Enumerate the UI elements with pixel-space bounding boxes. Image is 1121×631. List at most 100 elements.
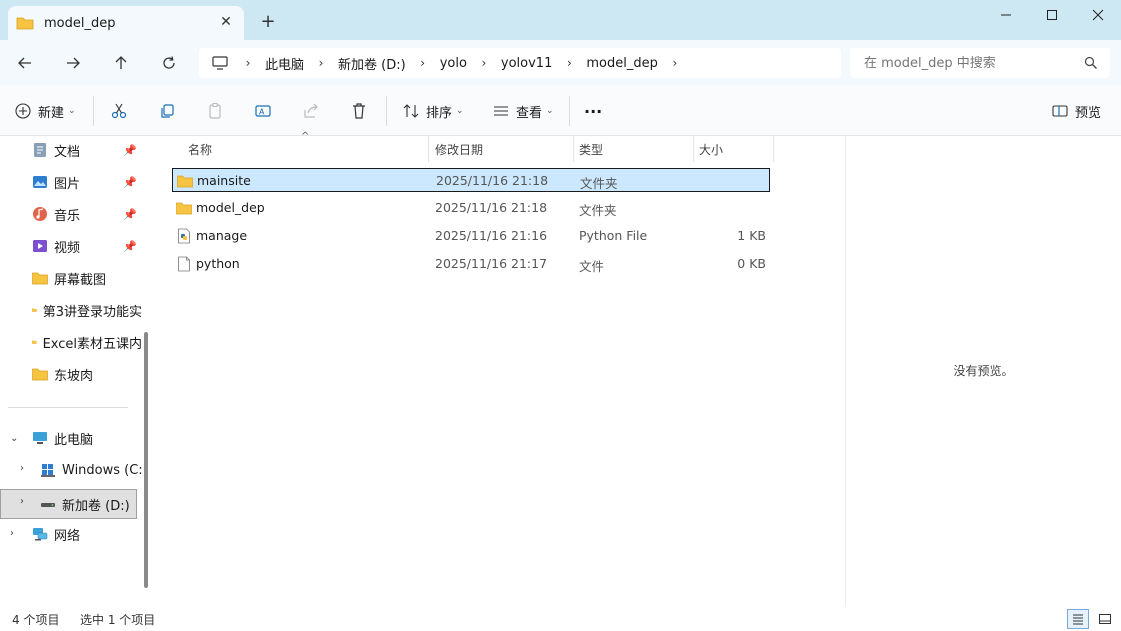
breadcrumb-separator-icon[interactable]: › (564, 56, 574, 70)
search-icon[interactable] (1084, 56, 1098, 70)
sidebar-item-drive-d[interactable]: 新加卷 (D:) (40, 491, 130, 517)
chevron-down-icon[interactable]: ⌄ (10, 433, 18, 444)
sidebar-item-label: 图片 (54, 176, 81, 192)
copy-button[interactable] (158, 98, 176, 124)
share-button[interactable] (302, 98, 320, 124)
column-divider[interactable] (428, 136, 429, 162)
arrow-right-icon (67, 57, 80, 69)
table-row[interactable]: model_dep 2025/11/16 21:18 文件夹 (172, 196, 770, 220)
tab-title: model_dep (44, 15, 116, 31)
breadcrumb-this-pc[interactable]: 此电脑 (265, 54, 304, 73)
breadcrumb-model-dep[interactable]: model_dep (586, 56, 657, 71)
status-item-count: 4 个项目 (12, 613, 60, 627)
sidebar-item-excel-materials[interactable]: Excel素材五课内 (32, 329, 142, 355)
details-view-button[interactable] (1067, 609, 1089, 629)
column-divider[interactable] (773, 136, 774, 162)
close-icon (1092, 9, 1104, 21)
forward-button[interactable] (60, 50, 86, 76)
sidebar-item-videos[interactable]: 视频 (32, 233, 80, 259)
delete-button[interactable] (350, 98, 368, 124)
sidebar-item-label: 此电脑 (54, 432, 94, 448)
search-input[interactable] (864, 55, 1064, 71)
column-header-date[interactable]: 修改日期 (435, 136, 483, 162)
refresh-icon (163, 56, 175, 69)
file-name: manage (196, 228, 248, 243)
file-icon (178, 256, 190, 272)
column-divider[interactable] (693, 136, 694, 162)
column-divider[interactable] (573, 136, 574, 162)
sidebar-item-label: 网络 (54, 528, 81, 544)
sidebar-item-lecture3[interactable]: 第3讲登录功能实 (32, 297, 142, 323)
more-options-button[interactable]: ··· (584, 98, 602, 124)
minimize-button[interactable] (983, 2, 1029, 28)
pictures-icon (33, 176, 47, 188)
details-view-icon (1073, 614, 1083, 625)
preview-pane-button[interactable]: 预览 (1051, 98, 1101, 124)
table-row[interactable]: manage 2025/11/16 21:16 Python File 1 KB (172, 224, 770, 248)
arrow-up-icon (115, 56, 127, 69)
pin-icon[interactable]: 📌 (123, 176, 137, 189)
folder-icon (32, 340, 37, 344)
paste-button[interactable] (206, 98, 224, 124)
sidebar-item-dongporou[interactable]: 东坡肉 (32, 361, 142, 387)
breadcrumb-separator-icon[interactable]: › (670, 56, 680, 70)
table-row[interactable]: mainsite 2025/11/16 21:18 文件夹 (172, 168, 770, 192)
new-tab-button[interactable]: + (258, 12, 278, 32)
cut-button[interactable] (110, 98, 128, 124)
chevron-right-icon[interactable]: › (20, 463, 24, 474)
address-bar[interactable]: › 此电脑 › 新加卷 (D:) › yolo › yolov11 › mode… (199, 48, 841, 78)
computer-icon (212, 56, 228, 70)
search-box[interactable] (850, 48, 1110, 78)
chevron-right-icon[interactable]: › (20, 496, 24, 507)
chevron-down-icon: ⌄ (456, 106, 464, 116)
breadcrumb-separator-icon[interactable]: › (479, 56, 489, 70)
sort-button-label: 排序 (426, 105, 453, 121)
minimize-icon (1001, 14, 1011, 16)
windows-drive-icon (41, 464, 55, 477)
navigation-pane: 文档 📌 图片 📌 音乐 📌 视频 📌 屏幕截图 第3讲登录功能实 Excel素… (0, 136, 150, 607)
file-type: Python File (579, 228, 648, 243)
folder-icon (177, 175, 193, 188)
pin-icon[interactable]: 📌 (123, 240, 137, 253)
sidebar-item-network[interactable]: 网络 (32, 521, 80, 547)
sidebar-item-label: 第3讲登录功能实 (42, 304, 142, 320)
new-button-label: 新建 (38, 105, 65, 121)
pin-icon[interactable]: 📌 (123, 208, 137, 221)
rename-button[interactable]: A (254, 98, 272, 124)
sidebar-item-documents[interactable]: 文档 (32, 137, 80, 163)
table-row[interactable]: python 2025/11/16 21:17 文件 0 KB (172, 252, 770, 276)
column-header-type[interactable]: 类型 (579, 136, 603, 162)
tab-close-icon[interactable]: ✕ (218, 14, 234, 30)
up-button[interactable] (108, 50, 134, 76)
breadcrumb-separator-icon[interactable]: › (316, 56, 326, 70)
back-button[interactable] (12, 50, 38, 76)
breadcrumb-yolo[interactable]: yolo (440, 56, 467, 71)
column-header-size[interactable]: 大小 (699, 136, 723, 162)
sidebar-item-screenshots[interactable]: 屏幕截图 (32, 265, 142, 291)
chevron-right-icon[interactable]: › (10, 528, 14, 539)
breadcrumb-drive-d[interactable]: 新加卷 (D:) (338, 54, 406, 73)
sort-ascending-icon: ^ (301, 131, 310, 142)
column-header-name[interactable]: 名称 (188, 136, 212, 162)
sidebar-item-drive-c[interactable]: Windows (C:) (40, 457, 148, 483)
pin-icon[interactable]: 📌 (123, 144, 137, 157)
new-button[interactable]: 新建 ⌄ (14, 98, 76, 124)
tiles-view-button[interactable] (1094, 609, 1116, 629)
sidebar-item-label: 文档 (54, 144, 81, 160)
title-bar: model_dep ✕ + (0, 0, 1121, 40)
sort-button[interactable]: 排序 ⌄ (402, 98, 464, 124)
breadcrumb-yolov11[interactable]: yolov11 (501, 56, 552, 71)
maximize-button[interactable] (1029, 2, 1075, 28)
sidebar-scrollbar[interactable] (144, 332, 148, 588)
close-window-button[interactable] (1075, 2, 1121, 28)
sidebar-item-music[interactable]: 音乐 (32, 201, 80, 227)
sidebar-item-this-pc[interactable]: 此电脑 (32, 425, 93, 451)
share-icon (304, 103, 318, 118)
tab-model-dep[interactable]: model_dep ✕ (8, 6, 244, 40)
status-bar: 4 个项目 选中 1 个项目 (0, 607, 1121, 631)
breadcrumb-separator-icon[interactable]: › (418, 56, 428, 70)
view-button[interactable]: 查看 ⌄ (492, 98, 554, 124)
sidebar-item-pictures[interactable]: 图片 (32, 169, 80, 195)
scissors-icon (111, 103, 127, 119)
refresh-button[interactable] (156, 50, 182, 76)
